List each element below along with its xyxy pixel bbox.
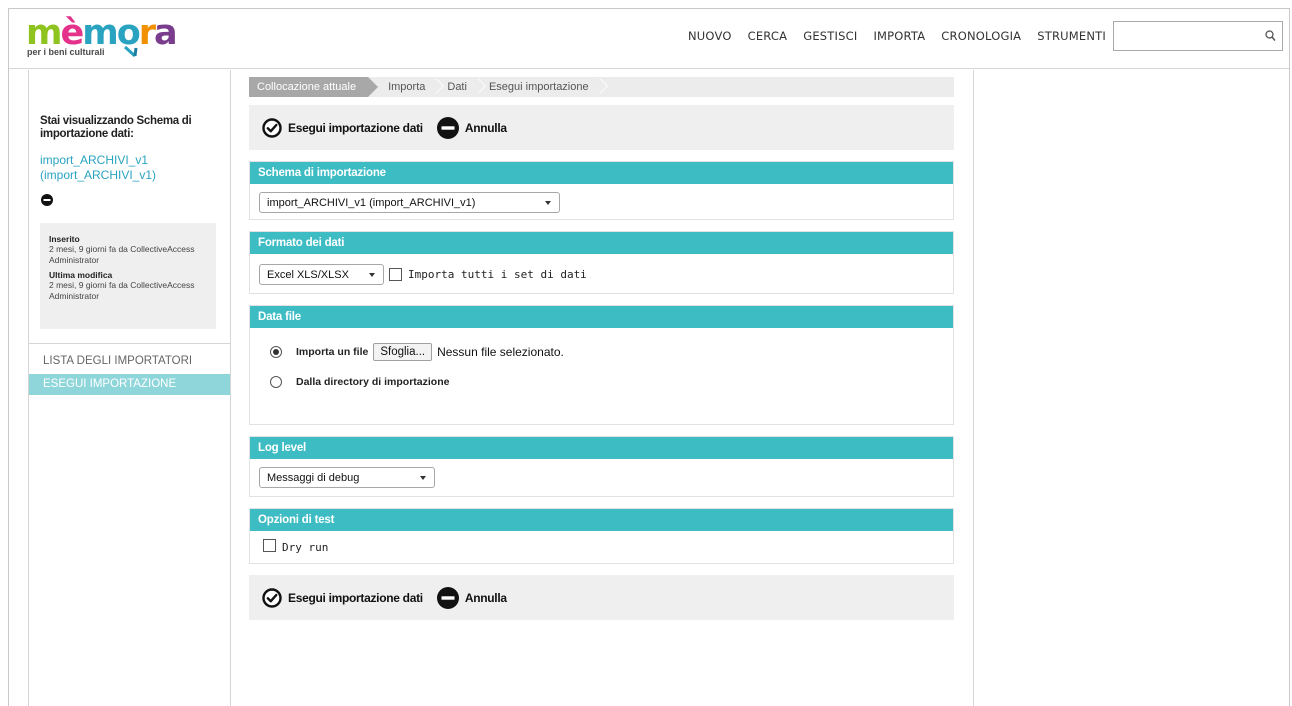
no-file-text: Nessun file selezionato. bbox=[437, 345, 564, 359]
inserted-value: 2 mesi, 9 giorni fa da CollectiveAccess … bbox=[49, 244, 195, 265]
run-import-label: Esegui importazione dati bbox=[288, 120, 423, 135]
panel-format-title: Formato dei dati bbox=[250, 232, 953, 254]
cancel-button-bottom[interactable]: Annulla bbox=[436, 586, 507, 609]
app-frame: mèmora per i beni culturali NUOVO CERCA … bbox=[8, 8, 1290, 706]
option-import-file: Importa un file Sfoglia... Nessun file s… bbox=[259, 340, 944, 364]
import-file-label: Importa un file bbox=[296, 346, 369, 358]
format-select-value: Excel XLS/XLSX bbox=[267, 268, 349, 281]
panel-log-level: Log level Messaggi di debug bbox=[249, 436, 954, 497]
run-import-button-bottom[interactable]: Esegui importazione dati bbox=[262, 587, 423, 608]
import-directory-radio[interactable] bbox=[270, 376, 282, 388]
chevron-down-icon bbox=[369, 272, 375, 277]
breadcrumb-importa[interactable]: Importa bbox=[368, 77, 437, 97]
import-all-sets-label: Importa tutti i set di dati bbox=[408, 268, 587, 281]
left-sidebar: Stai visualizzando Schema di importazion… bbox=[28, 70, 231, 706]
schema-select-value: import_ARCHIVI_v1 (import_ARCHIVI_v1) bbox=[267, 196, 476, 209]
check-circle-icon bbox=[262, 117, 282, 138]
minus-circle-icon bbox=[436, 586, 459, 609]
check-circle-icon bbox=[262, 587, 282, 608]
import-file-radio[interactable] bbox=[270, 346, 282, 358]
format-select[interactable]: Excel XLS/XLSX bbox=[259, 264, 384, 285]
nav-importa[interactable]: IMPORTA bbox=[873, 29, 925, 43]
logo[interactable]: mèmora per i beni culturali bbox=[26, 13, 178, 61]
header: mèmora per i beni culturali NUOVO CERCA … bbox=[9, 9, 1289, 69]
record-info: Inserito 2 mesi, 9 giorni fa da Collecti… bbox=[40, 223, 216, 329]
breadcrumb-dati[interactable]: Dati bbox=[437, 77, 479, 97]
main-content: Collocazione attuale Importa Dati Esegui… bbox=[249, 77, 954, 620]
nav-cerca[interactable]: CERCA bbox=[748, 29, 788, 43]
panel-test-options-title: Opzioni di test bbox=[250, 509, 953, 531]
cancel-button[interactable]: Annulla bbox=[436, 116, 507, 139]
breadcrumb-esegui-importazione[interactable]: Esegui importazione bbox=[479, 77, 601, 97]
panel-datafile-title: Data file bbox=[250, 306, 953, 328]
inserted-label: Inserito bbox=[49, 234, 80, 244]
nav-cronologia[interactable]: CRONOLOGIA bbox=[941, 29, 1021, 43]
main-nav: NUOVO CERCA GESTISCI IMPORTA CRONOLOGIA … bbox=[672, 9, 1106, 63]
cancel-label: Annulla bbox=[464, 590, 507, 605]
schema-select[interactable]: import_ARCHIVI_v1 (import_ARCHIVI_v1) bbox=[259, 192, 560, 213]
sidebar-item-lista-importatori[interactable]: LISTA DEGLI IMPORTATORI bbox=[29, 351, 230, 372]
panel-log-level-title: Log level bbox=[250, 437, 953, 459]
chevron-down-icon bbox=[545, 200, 551, 205]
cancel-label: Annulla bbox=[464, 120, 507, 135]
right-column-divider bbox=[973, 70, 974, 706]
panel-schema-title: Schema di importazione bbox=[250, 162, 953, 184]
delete-icon[interactable] bbox=[41, 194, 53, 206]
browse-button[interactable]: Sfoglia... bbox=[373, 343, 433, 361]
panel-datafile: Data file Importa un file Sfoglia... Nes… bbox=[249, 305, 954, 425]
dry-run-checkbox[interactable] bbox=[263, 539, 276, 552]
import-directory-label: Dalla directory di importazione bbox=[296, 376, 450, 388]
panel-schema: Schema di importazione import_ARCHIVI_v1… bbox=[249, 161, 954, 220]
breadcrumb-current-location: Collocazione attuale bbox=[249, 77, 379, 97]
sidebar-divider bbox=[29, 343, 230, 344]
sidebar-title: Stai visualizzando Schema di importazion… bbox=[40, 115, 192, 140]
search-input[interactable] bbox=[1114, 22, 1254, 50]
top-action-bar: Esegui importazione dati Annulla bbox=[249, 105, 954, 150]
nav-gestisci[interactable]: GESTISCI bbox=[803, 29, 857, 43]
magnifier-logo-icon bbox=[123, 45, 138, 58]
search-icon[interactable] bbox=[1265, 30, 1276, 42]
option-import-directory: Dalla directory di importazione bbox=[259, 370, 944, 394]
log-level-select-value: Messaggi di debug bbox=[267, 471, 360, 484]
sidebar-menu: LISTA DEGLI IMPORTATORI ESEGUI IMPORTAZI… bbox=[29, 351, 230, 397]
minus-circle-icon bbox=[436, 116, 459, 139]
sidebar-item-esegui-importazione[interactable]: ESEGUI IMPORTAZIONE bbox=[29, 374, 230, 395]
chevron-down-icon bbox=[420, 475, 426, 480]
dry-run-label: Dry run bbox=[282, 541, 329, 554]
breadcrumb: Collocazione attuale Importa Dati Esegui… bbox=[249, 77, 954, 97]
panel-format: Formato dei dati Excel XLS/XLSX Importa … bbox=[249, 231, 954, 294]
logo-subtitle: per i beni culturali bbox=[27, 47, 105, 57]
schema-link[interactable]: import_ARCHIVI_v1 (import_ARCHIVI_v1) bbox=[40, 153, 210, 183]
modified-label: Ultima modifica bbox=[49, 270, 113, 280]
log-level-select[interactable]: Messaggi di debug bbox=[259, 467, 435, 488]
import-all-sets-checkbox[interactable] bbox=[389, 268, 402, 281]
run-import-button[interactable]: Esegui importazione dati bbox=[262, 117, 423, 138]
modified-value: 2 mesi, 9 giorni fa da CollectiveAccess … bbox=[49, 280, 195, 301]
bottom-action-bar: Esegui importazione dati Annulla bbox=[249, 575, 954, 620]
nav-strumenti[interactable]: STRUMENTI bbox=[1037, 29, 1106, 43]
nav-nuovo[interactable]: NUOVO bbox=[688, 29, 732, 43]
search-box bbox=[1113, 21, 1283, 51]
panel-test-options: Opzioni di test Dry run bbox=[249, 508, 954, 564]
logo-wordmark: mèmora bbox=[26, 13, 178, 53]
run-import-label: Esegui importazione dati bbox=[288, 590, 423, 605]
